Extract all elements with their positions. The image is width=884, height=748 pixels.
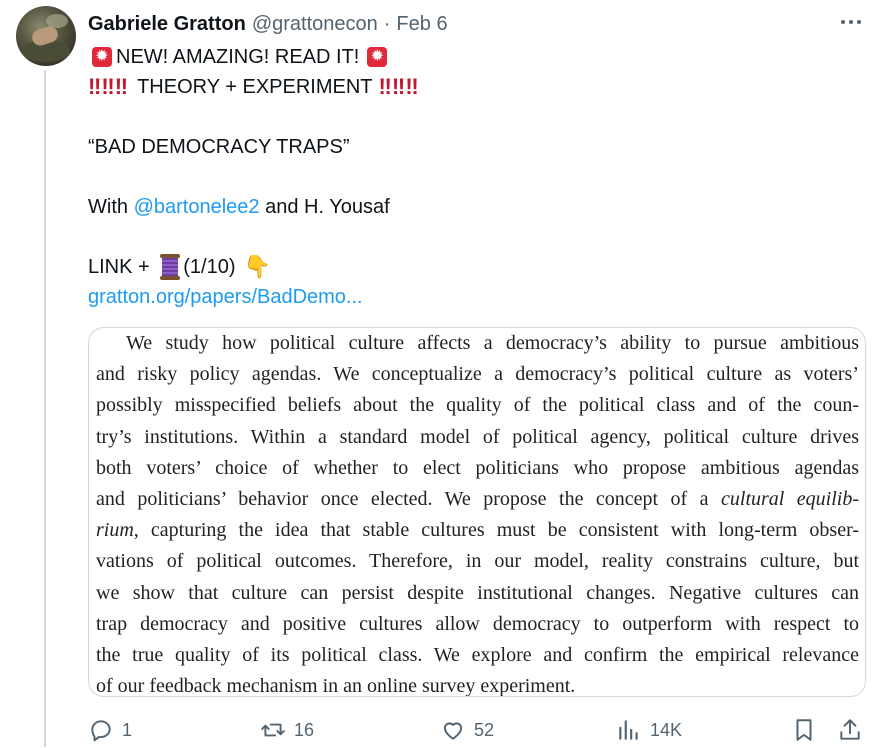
link-prefix-text: LINK + <box>88 256 156 278</box>
tweet-line-1: ✹ NEW! AMAZING! READ IT! ✹ <box>88 42 848 72</box>
abstract-line: We study how political culture affects a… <box>126 332 859 354</box>
author-name[interactable]: Gabriele Gratton <box>88 13 246 36</box>
abstract-line: try’s institutions. Within a standard mo… <box>96 425 859 448</box>
more-icon <box>841 20 845 24</box>
thread-count-text: (1/10) <box>183 256 236 278</box>
author-handle[interactable]: @grattonecon <box>252 13 378 36</box>
theory-experiment-text: THEORY + EXPERIMENT <box>137 76 373 98</box>
action-bar: 1 16 52 14K <box>88 714 866 748</box>
tweet-line-5: LINK + (1/10) 👇 <box>88 252 848 282</box>
abstract-line: of our feedback mechanism in an online s… <box>96 675 576 697</box>
siren-icon: ✹ <box>365 45 389 69</box>
tweet-line-2: ‼ ‼ ‼ THEORY + EXPERIMENT ‼ ‼ ‼ <box>88 72 848 102</box>
coauthor-text: and H. Yousaf <box>259 196 390 218</box>
abstract-line: and politicians’ behavior once elected. … <box>96 487 860 510</box>
abstract-line: we show that culture can persist despite… <box>96 581 859 604</box>
views-button[interactable]: 14K <box>616 714 682 746</box>
abstract-line: the true quality of its political class.… <box>96 643 859 666</box>
headline-text: NEW! AMAZING! READ IT! <box>116 46 360 68</box>
abstract-line: both voters’ choice of whether to elect … <box>96 456 859 479</box>
more-button[interactable] <box>836 12 866 32</box>
paper-link[interactable]: gratton.org/papers/BadDemo... <box>88 282 363 312</box>
tweet-header: Gabriele Gratton @grattonecon · Feb 6 <box>88 10 448 38</box>
double-exclamation-icon: ‼ ‼ ‼ <box>378 74 419 99</box>
abstract-text: We study how political culture affects a… <box>96 328 860 697</box>
bookmark-icon <box>796 719 812 741</box>
tweet-line-4: With @bartonelee2 and H. Yousaf <box>88 192 848 222</box>
tweet-line-3: “BAD DEMOCRACY TRAPS” <box>88 132 848 162</box>
italic-term: cultural equilib- <box>721 487 860 510</box>
share-icon <box>840 719 860 740</box>
double-exclamation-icon: ‼ ‼ ‼ <box>88 74 128 99</box>
bookmark-button[interactable] <box>791 714 817 746</box>
reply-icon <box>91 720 111 742</box>
views-icon <box>619 720 638 740</box>
like-count: 52 <box>474 719 495 740</box>
abstract-line: trap democracy and positive cultures all… <box>96 612 859 635</box>
thread-connector-line <box>44 70 46 747</box>
paper-title-text: “BAD DEMOCRACY TRAPS” <box>88 136 350 158</box>
mention-link[interactable]: @bartonelee2 <box>134 192 260 222</box>
views-count: 14K <box>650 719 683 740</box>
abstract-line: and risky policy agendas. We conceptuali… <box>96 363 859 386</box>
retweet-button[interactable]: 16 <box>260 714 314 746</box>
like-button[interactable]: 52 <box>440 714 494 746</box>
tweet-date[interactable]: Feb 6 <box>396 13 447 36</box>
separator-dot: · <box>383 12 391 35</box>
italic-term: rium <box>96 519 134 542</box>
avatar[interactable] <box>16 6 76 66</box>
retweet-count: 16 <box>294 719 315 740</box>
tweet-text: ✹ NEW! AMAZING! READ IT! ✹ ‼ ‼ ‼ THEORY … <box>88 42 848 312</box>
retweet-icon <box>261 723 285 737</box>
share-button[interactable] <box>837 714 863 746</box>
tweet-line-6: gratton.org/papers/BadDemo... <box>88 282 848 312</box>
siren-icon: ✹ <box>90 45 114 69</box>
abstract-line: possibly misspecified beliefs about the … <box>96 394 859 417</box>
spool-of-thread-icon <box>159 254 181 280</box>
abstract-line: vations of political outcomes. Therefore… <box>96 550 859 573</box>
reply-count: 1 <box>122 719 133 740</box>
abstract-image[interactable]: We study how political culture affects a… <box>88 327 866 697</box>
abstract-line: rium, capturing the idea that stable cul… <box>96 519 859 542</box>
reply-button[interactable]: 1 <box>88 714 132 746</box>
like-icon <box>443 722 463 740</box>
with-text: With <box>88 196 134 218</box>
point-down-icon: 👇 <box>243 254 271 279</box>
